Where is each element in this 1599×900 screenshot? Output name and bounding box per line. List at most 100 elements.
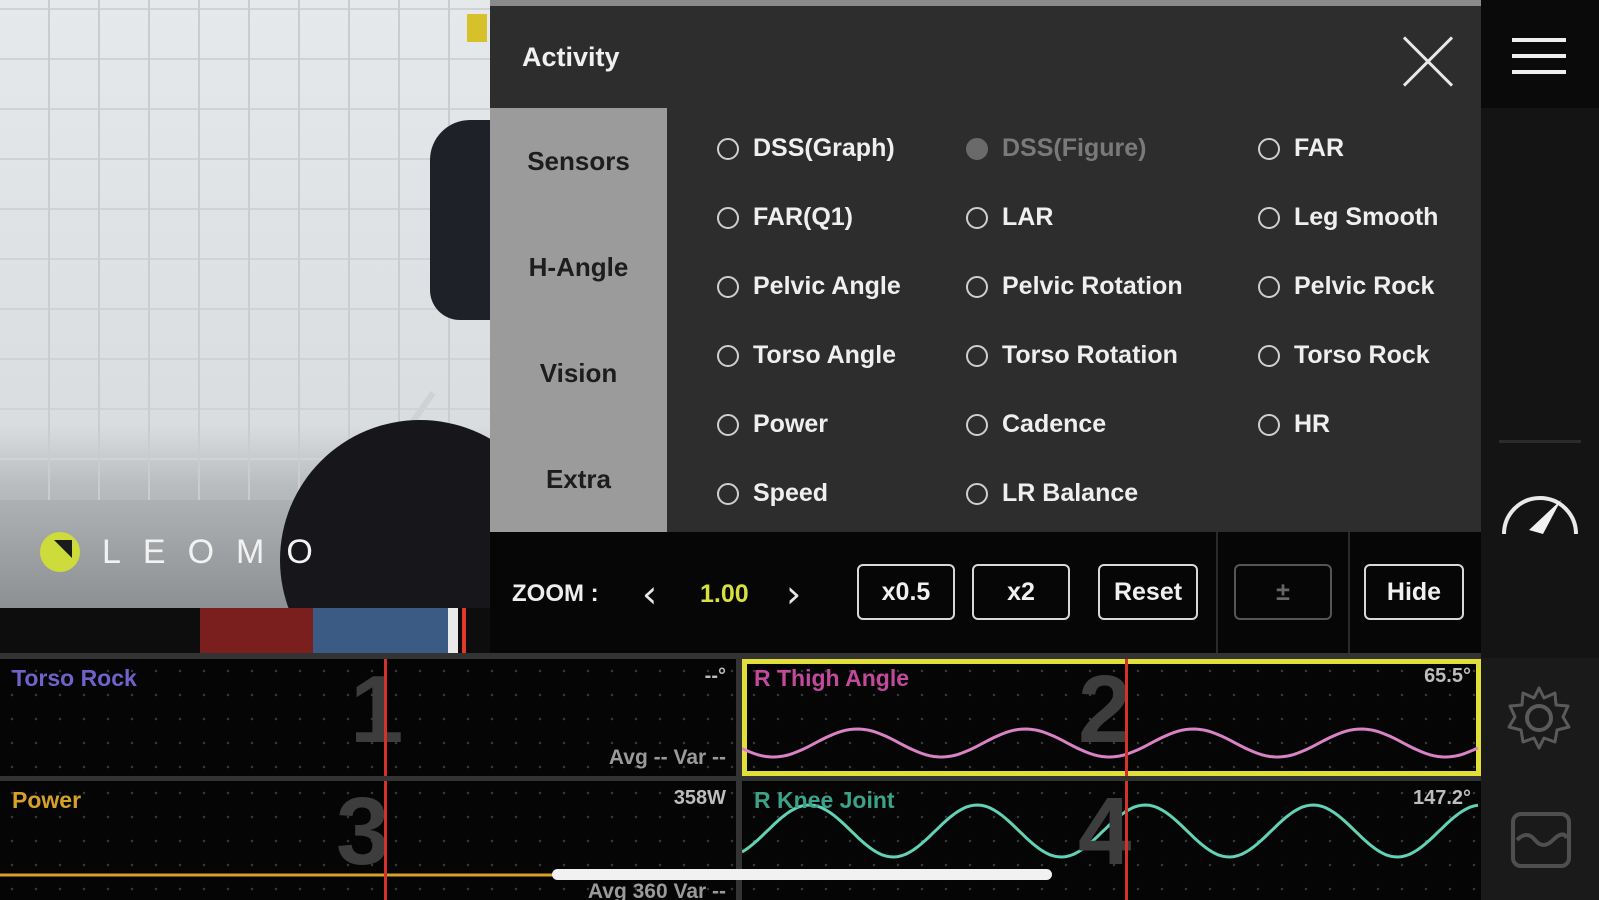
graph-cell-4[interactable]: R Knee Joint 147.2° 4	[742, 781, 1481, 900]
radio-icon	[717, 482, 739, 505]
activity-panel: Activity Sensors H-Angle Vision Extra DS…	[490, 0, 1481, 659]
graph-cell-3[interactable]: Power 358W 3 Avg 360 Var --	[0, 781, 736, 900]
graph-label: R Thigh Angle	[754, 665, 910, 691]
graph-playhead	[1125, 659, 1128, 776]
option-label: FAR	[1294, 134, 1344, 162]
option-cadence[interactable]: Cadence	[966, 410, 1106, 439]
option-torso-rock[interactable]: Torso Rock	[1258, 341, 1430, 370]
tab-vision[interactable]: Vision	[490, 320, 667, 426]
radio-icon	[717, 137, 739, 160]
graph-cell-1[interactable]: Torso Rock --° 1 Avg -- Var --	[0, 659, 736, 776]
chevron-left-icon[interactable]: ‹	[642, 572, 657, 616]
leomo-logo-text: LEOMO	[102, 532, 335, 571]
option-label: Power	[753, 410, 829, 438]
graph-label: Power	[12, 787, 82, 813]
zoom-value: 1.00	[700, 580, 749, 608]
radio-icon	[1258, 137, 1280, 160]
plus-minus-button: ±	[1234, 564, 1332, 620]
option-dss-figure: DSS(Figure)	[966, 134, 1146, 163]
option-leg-smooth[interactable]: Leg Smooth	[1258, 203, 1438, 232]
video-timeline[interactable]	[0, 608, 490, 653]
option-dss-graph[interactable]: DSS(Graph)	[717, 134, 895, 163]
zoom-reset-button[interactable]: Reset	[1098, 564, 1198, 620]
timeline-handle[interactable]	[448, 608, 458, 653]
option-lar[interactable]: LAR	[966, 203, 1053, 232]
speedometer-icon[interactable]	[1499, 480, 1581, 538]
graph-playhead	[384, 781, 387, 900]
radio-icon	[1258, 344, 1280, 367]
video-preview[interactable]: LEOMO	[0, 0, 490, 608]
graph-value: 358W	[673, 787, 726, 809]
radio-icon	[966, 275, 988, 298]
option-torso-rotation[interactable]: Torso Rotation	[966, 341, 1178, 370]
sidebar-divider	[1499, 440, 1581, 443]
hamburger-menu-icon[interactable]	[1481, 0, 1599, 108]
graph-number: 2	[1078, 659, 1132, 763]
zoom-half-button[interactable]: x0.5	[857, 564, 955, 620]
graph-number: 3	[336, 781, 390, 885]
graph-value: 147.2°	[1412, 787, 1471, 809]
graph-layout-icon[interactable]	[1509, 808, 1573, 872]
radio-icon	[717, 275, 739, 298]
option-label: FAR(Q1)	[753, 203, 853, 231]
gear-icon[interactable]	[1503, 682, 1575, 754]
radio-icon	[966, 482, 988, 505]
option-label: HR	[1294, 410, 1331, 438]
zoom-label: ZOOM :	[512, 580, 599, 607]
option-speed[interactable]: Speed	[717, 479, 828, 508]
radio-icon	[966, 413, 988, 436]
timeline-playhead	[462, 608, 466, 653]
option-far-q1[interactable]: FAR(Q1)	[717, 203, 853, 232]
option-label: LR Balance	[1002, 479, 1139, 507]
graph-playhead	[1125, 781, 1128, 900]
panel-title: Activity	[522, 42, 620, 72]
leomo-logo: LEOMO	[40, 532, 335, 572]
radio-icon	[717, 206, 739, 229]
option-label: Torso Rotation	[1002, 341, 1178, 369]
graph-value: --°	[704, 665, 726, 687]
radio-icon	[1258, 413, 1280, 436]
graph-number: 4	[1078, 781, 1132, 885]
home-indicator[interactable]	[552, 869, 1052, 880]
option-pelvic-angle[interactable]: Pelvic Angle	[717, 272, 901, 301]
graph-avg-var: Avg 360 Var --	[587, 880, 726, 900]
radio-icon	[966, 137, 988, 160]
option-label: Pelvic Rotation	[1002, 272, 1183, 300]
option-label: Torso Rock	[1294, 341, 1430, 369]
option-label: Leg Smooth	[1294, 203, 1439, 231]
option-lr-balance[interactable]: LR Balance	[966, 479, 1138, 508]
option-pelvic-rotation[interactable]: Pelvic Rotation	[966, 272, 1183, 301]
tab-extra[interactable]: Extra	[490, 426, 667, 532]
graph-number: 1	[350, 659, 404, 763]
tab-h-angle[interactable]: H-Angle	[490, 214, 667, 320]
rider-figure	[430, 120, 490, 320]
toolbar-divider	[1216, 532, 1218, 659]
option-label: LAR	[1002, 203, 1054, 231]
chevron-right-icon[interactable]: ›	[786, 572, 801, 616]
option-label: DSS(Graph)	[753, 134, 895, 162]
video-marker	[467, 14, 487, 42]
radio-icon	[966, 206, 988, 229]
timeline-segment-red	[200, 608, 313, 653]
radio-icon	[1258, 206, 1280, 229]
radio-icon	[1258, 275, 1280, 298]
option-label: Torso Angle	[753, 341, 897, 369]
radio-icon	[966, 344, 988, 367]
tab-sensors[interactable]: Sensors	[490, 108, 667, 214]
zoom-double-button[interactable]: x2	[972, 564, 1070, 620]
toolbar-divider	[1348, 532, 1350, 659]
close-icon[interactable]	[1400, 34, 1456, 90]
option-power[interactable]: Power	[717, 410, 828, 439]
graph-grid: Torso Rock --° 1 Avg -- Var -- R Thigh A…	[0, 653, 1481, 900]
option-label: Pelvic Angle	[753, 272, 901, 300]
graph-label: Torso Rock	[12, 665, 137, 691]
option-far[interactable]: FAR	[1258, 134, 1344, 163]
leomo-logo-icon	[40, 532, 80, 572]
bike-wheel	[280, 420, 490, 608]
option-torso-angle[interactable]: Torso Angle	[717, 341, 896, 370]
option-hr[interactable]: HR	[1258, 410, 1330, 439]
timeline-segment-blue	[313, 608, 453, 653]
graph-cell-2[interactable]: R Thigh Angle 65.5° 2	[742, 659, 1481, 776]
hide-button[interactable]: Hide	[1364, 564, 1464, 620]
option-pelvic-rock[interactable]: Pelvic Rock	[1258, 272, 1434, 301]
